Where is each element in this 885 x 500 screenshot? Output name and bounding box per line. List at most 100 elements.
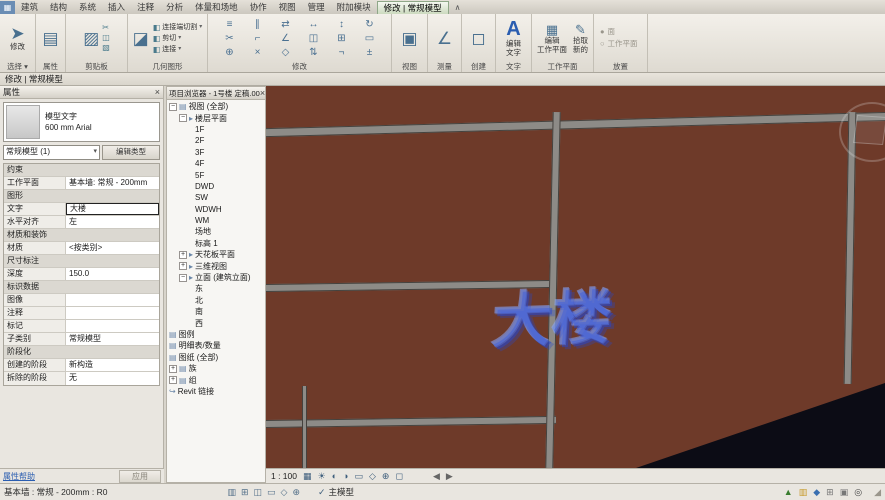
tree-item-level[interactable]: 标高 1 (167, 238, 265, 249)
create-icon[interactable]: ◻ (471, 30, 485, 47)
type-selector-preview[interactable]: 模型文字 600 mm Arial (3, 102, 160, 142)
tree-item-level[interactable]: 场地 (167, 226, 265, 237)
tree-item-elevations[interactable]: − ▸ 立面 (建筑立面) (167, 272, 265, 283)
section-dimensions[interactable]: 尺寸标注 (4, 255, 159, 268)
element-type-dropdown[interactable]: 常规模型 (1) ▾ (3, 145, 100, 160)
viewcube[interactable] (839, 102, 885, 162)
tree-item-elevation[interactable]: 北 (167, 295, 265, 306)
tree-item-floorplans[interactable]: − ▸ 楼层平面 (167, 112, 265, 123)
crop-view-icon[interactable]: ▭ (354, 472, 363, 481)
worksets-icon[interactable]: ▥ (227, 487, 236, 498)
temporary-hide-icon[interactable]: ⊕ (382, 472, 390, 481)
edit-workplane-button[interactable]: ▦ 编辑 工作平面 (537, 23, 567, 54)
resize-grip-icon[interactable]: ◢ (874, 487, 881, 498)
app-menu-icon[interactable]: ▦ (0, 1, 15, 14)
expand-icon[interactable]: − (179, 114, 187, 122)
editable-only-icon[interactable]: ◫ (254, 487, 263, 498)
tab-modify-contextual[interactable]: 修改 | 常规模型 (377, 1, 449, 14)
snap-icon[interactable]: ◆ (813, 487, 820, 498)
copy-icon[interactable]: ◫ (102, 33, 110, 43)
modify-tool-button[interactable]: ➤ 修改 (10, 25, 25, 51)
exclude-options-icon[interactable]: ▭ (267, 487, 276, 498)
expand-icon[interactable]: + (179, 262, 187, 270)
pick-new-workplane-button[interactable]: ✎ 拾取 新的 (573, 23, 588, 54)
tab-addins[interactable]: 附加模块 (331, 1, 377, 14)
visual-style-icon[interactable]: ☀ (318, 472, 326, 481)
tab-structure[interactable]: 结构 (44, 1, 73, 14)
unpin-icon[interactable]: ⊕ (225, 47, 233, 58)
scroll-left-icon[interactable]: ◀ (433, 472, 440, 481)
array-icon[interactable]: ◫ (309, 33, 318, 44)
tab-view[interactable]: 视图 (273, 1, 302, 14)
properties-header[interactable]: 属性 × (0, 86, 163, 99)
crop-region-icon[interactable]: ◇ (369, 472, 376, 481)
expand-icon[interactable]: + (169, 365, 177, 373)
tree-item-legends[interactable]: ▤ 图例 (167, 329, 265, 340)
property-value[interactable]: <按类别> (66, 242, 159, 254)
expand-icon[interactable]: − (179, 274, 187, 282)
tree-item-level[interactable]: 4F (167, 158, 265, 169)
mirror-icon[interactable]: ⇄ (281, 19, 289, 30)
tree-item-schedules[interactable]: ▤ 明细表/数量 (167, 340, 265, 351)
tree-item-3dviews[interactable]: + ▸ 三维视图 (167, 260, 265, 271)
viewcube-face[interactable] (853, 115, 885, 145)
scale-icon[interactable]: ⊞ (337, 33, 345, 44)
drawing-area[interactable]: 大楼 (266, 86, 885, 468)
section-constraints[interactable]: 约束 (4, 164, 159, 177)
sun-path-icon[interactable]: ◐ (332, 472, 337, 481)
select-links-icon[interactable]: ⊕ (292, 487, 300, 498)
demolish-icon[interactable]: ¬ (339, 47, 345, 58)
shadows-icon[interactable]: ◑ (343, 472, 348, 481)
measure-tool-icon[interactable]: ± (367, 47, 373, 58)
close-icon[interactable]: × (260, 88, 265, 98)
property-value[interactable]: 无 (66, 372, 159, 385)
expand-icon[interactable]: + (179, 251, 187, 259)
pin-icon[interactable]: ▭ (365, 33, 374, 44)
section-phasing[interactable]: 阶段化 (4, 346, 159, 359)
align-icon[interactable]: ≡ (227, 19, 233, 30)
tree-item-elevation[interactable]: 东 (167, 283, 265, 294)
ribbon-collapse-icon[interactable]: ∧ (455, 1, 461, 14)
cope-menu[interactable]: ◧ 连接端切割 ▾ (153, 22, 203, 33)
offset-icon[interactable]: ∥ (255, 19, 260, 30)
move-icon[interactable]: ↔ (309, 19, 319, 30)
browser-header[interactable]: 项目浏览器 - 1号楼 定稿.00 × (167, 87, 265, 100)
reveal-hidden-icon[interactable]: ◻ (395, 472, 402, 481)
tab-insert[interactable]: 插入 (102, 1, 131, 14)
view-tools-icon[interactable]: ▣ (401, 30, 417, 47)
tree-item-elevation[interactable]: 西 (167, 317, 265, 328)
cut-geometry-icon[interactable]: ◪ (133, 30, 149, 47)
placement-workplane-radio[interactable]: ○ 工作平面 (600, 39, 638, 49)
property-value[interactable]: 新构造 (66, 359, 159, 371)
select-pinned-icon[interactable]: ▣ (840, 487, 849, 498)
tree-item-views[interactable]: − ▤ 视图 (全部) (167, 101, 265, 112)
section-identity[interactable]: 标识数据 (4, 281, 159, 294)
tree-item-level[interactable]: WDWH (167, 204, 265, 215)
tree-item-groups[interactable]: + ▤ 组 (167, 374, 265, 385)
split-icon[interactable]: ✂ (225, 33, 233, 44)
property-value[interactable]: 基本墙: 常规 - 200mm (66, 177, 159, 189)
join-menu[interactable]: ◧ 连接 ▾ (153, 44, 203, 55)
property-value[interactable]: 左 (66, 216, 159, 228)
match-type-icon[interactable]: ▧ (102, 43, 110, 53)
tree-item-revit-links[interactable]: ↪ Revit 链接 (167, 386, 265, 397)
cut-icon[interactable]: ✂ (102, 23, 110, 33)
filter-icon[interactable]: ▲ (784, 487, 793, 497)
section-materials[interactable]: 材质和装饰 (4, 229, 159, 242)
tab-annotate[interactable]: 注释 (131, 1, 160, 14)
tree-item-level[interactable]: 3F (167, 147, 265, 158)
press-drag-icon[interactable]: ◇ (281, 487, 288, 498)
selection-toggle-icon[interactable]: ▥ (799, 487, 808, 498)
close-icon[interactable]: × (155, 87, 160, 97)
text-value-field[interactable]: 大楼 (66, 203, 159, 215)
rotate-icon[interactable]: ↻ (365, 19, 373, 30)
property-value[interactable]: 150.0 (66, 268, 159, 280)
tree-item-level[interactable]: 1F (167, 124, 265, 135)
property-value[interactable] (66, 320, 159, 332)
tab-massing-site[interactable]: 体量和场地 (189, 1, 244, 14)
trim-icon[interactable]: ⌐ (255, 33, 261, 44)
tree-item-families[interactable]: + ▤ 族 (167, 363, 265, 374)
copy-tool-icon[interactable]: ↕ (339, 19, 344, 30)
tree-item-sheets[interactable]: ▤ 图纸 (全部) (167, 352, 265, 363)
property-value[interactable] (66, 307, 159, 319)
